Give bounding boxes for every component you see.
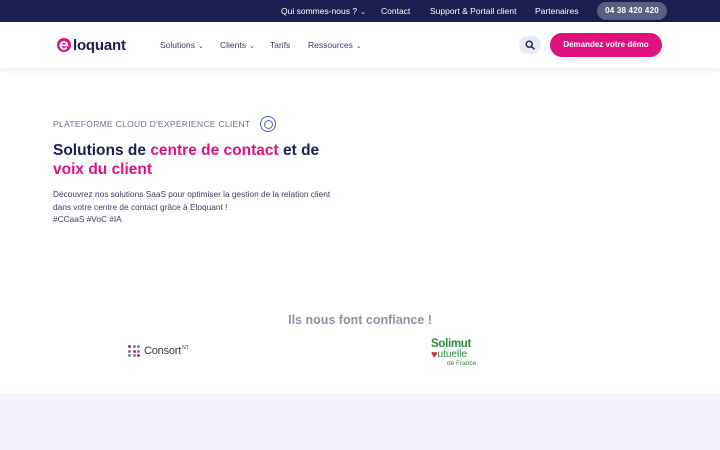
logo-text: loquant xyxy=(73,36,126,54)
chevron-down-icon: ⌄ xyxy=(355,43,362,50)
hero-eyebrow-text: PLATEFORME CLOUD D'EXPÉRIENCE CLIENT xyxy=(53,119,251,129)
nav-item-tarifs[interactable]: Tarifs xyxy=(270,22,290,68)
topbar-link-about[interactable]: Qui sommes-nous ? ⌄ xyxy=(281,0,366,22)
nav-item-solutions-label: Solutions xyxy=(160,40,195,50)
chevron-down-icon: ⌄ xyxy=(248,43,255,50)
search-icon xyxy=(525,40,535,50)
eloquant-logo-mark-icon xyxy=(57,38,71,52)
certification-badge-icon xyxy=(260,116,277,132)
solimut-logo-line2-text: utuelle xyxy=(437,349,467,360)
hero-description: Découvrez nos solutions SaaS pour optimi… xyxy=(53,188,353,226)
nav-item-clients[interactable]: Clients ⌄ xyxy=(220,22,255,68)
hero-title-part2: et de xyxy=(278,142,320,159)
topbar-link-about-label: Qui sommes-nous ? xyxy=(281,6,358,16)
hero-description-line: Découvrez nos solutions SaaS pour optimi… xyxy=(53,189,331,199)
topbar-link-contact[interactable]: Contact xyxy=(381,0,410,22)
chevron-down-icon: ⌄ xyxy=(360,9,366,16)
eloquant-logo[interactable]: loquant xyxy=(56,34,126,56)
nav-item-solutions[interactable]: Solutions ⌄ xyxy=(160,22,204,68)
phone-button[interactable]: 04 38 420 420 xyxy=(597,2,667,20)
next-section-band xyxy=(0,394,720,450)
consort-logo-dots-icon xyxy=(128,345,140,357)
chevron-down-icon: ⌄ xyxy=(197,43,204,50)
hero-eyebrow: PLATEFORME CLOUD D'EXPÉRIENCE CLIENT xyxy=(53,116,277,132)
topbar-link-support[interactable]: Support & Portail client xyxy=(430,0,516,22)
hero-description-line: dans votre centre de contact grâce à Elo… xyxy=(53,201,228,212)
top-utility-bar: Qui sommes-nous ? ⌄ Contact Support & Por… xyxy=(0,0,720,22)
consort-logo-sup: NT xyxy=(182,345,189,351)
solimut-logo: Solimut ♥ utuelle de France xyxy=(431,338,491,368)
search-button[interactable] xyxy=(519,36,541,54)
consort-logo: Consort NT xyxy=(128,345,189,357)
main-navbar: loquant Solutions ⌄ Clients ⌄ Tarifs Resso… xyxy=(0,22,720,68)
topbar-link-partners[interactable]: Partenaires xyxy=(535,0,578,22)
nav-item-clients-label: Clients xyxy=(220,40,246,50)
trust-section-title: Ils nous font confiance ! xyxy=(288,313,432,327)
hero-title-highlight1: centre de contact xyxy=(150,142,279,159)
request-demo-button[interactable]: Demandez votre démo xyxy=(550,33,662,57)
nav-item-ressources-label: Ressources xyxy=(308,40,353,50)
solimut-logo-line2: ♥ utuelle xyxy=(431,349,491,361)
hero-hashtags: #CCaaS #VoC #IA xyxy=(53,214,122,224)
hero-title: Solutions de centre de contact et de voi… xyxy=(53,141,353,179)
hero-title-highlight2: voix du client xyxy=(53,161,153,178)
consort-logo-text: Consort xyxy=(144,345,182,357)
nav-item-ressources[interactable]: Ressources ⌄ xyxy=(308,22,362,68)
hero-title-part1: Solutions de xyxy=(53,142,151,159)
solimut-logo-line3: de France xyxy=(447,360,477,367)
